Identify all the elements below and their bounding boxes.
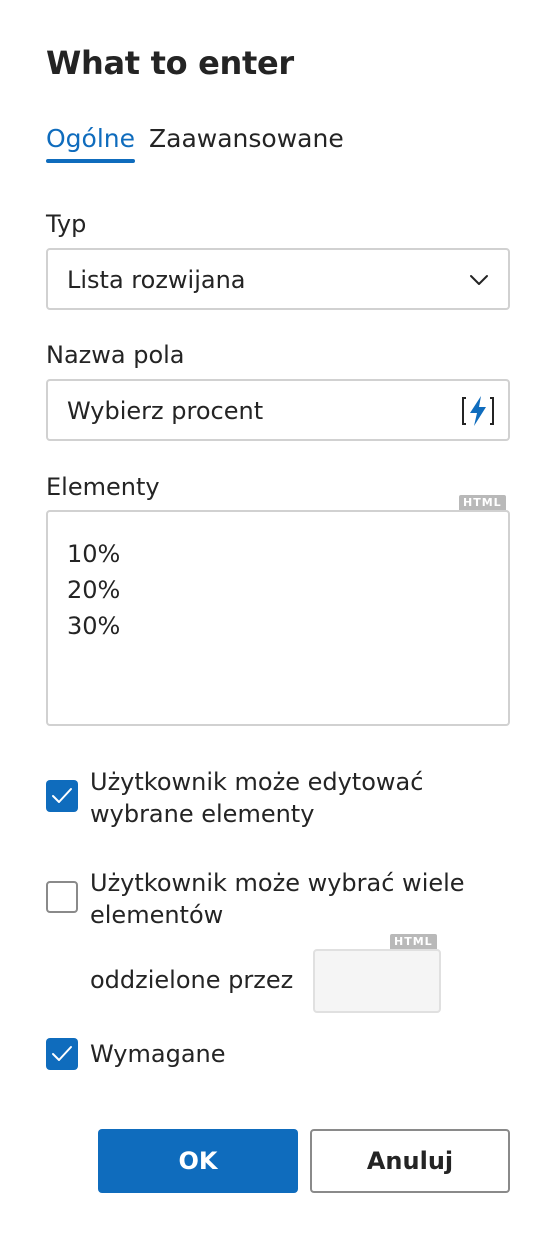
name-input-value: Wybierz procent <box>67 397 264 425</box>
elements-item: 10% <box>67 540 121 568</box>
separator-label: oddzielone przez <box>90 966 294 994</box>
checkmark-icon <box>52 788 72 803</box>
required-option[interactable]: Wymagane <box>46 1024 490 1070</box>
tab-bar: Ogólne Zaawansowane <box>46 124 344 163</box>
elements-item: 20% <box>67 576 121 604</box>
html-badge: HTML <box>459 495 506 511</box>
editable-checkbox[interactable] <box>46 780 78 812</box>
required-checkbox[interactable] <box>46 1038 78 1070</box>
cancel-button[interactable]: Anuluj <box>310 1129 510 1193</box>
chevron-down-icon <box>470 275 488 285</box>
type-label: Typ <box>46 210 87 238</box>
checkmark-icon <box>52 1046 72 1061</box>
name-input[interactable]: Wybierz procent <box>46 379 510 441</box>
multiple-option[interactable]: Użytkownik może wybrać wiele elementów <box>46 867 490 931</box>
type-dropdown[interactable]: Lista rozwijana <box>46 248 510 310</box>
type-dropdown-value: Lista rozwijana <box>67 266 246 294</box>
elements-item: 30% <box>67 612 121 640</box>
required-label: Wymagane <box>90 1040 226 1068</box>
editable-label: Użytkownik może edytować wybrane element… <box>90 768 424 828</box>
editable-option[interactable]: Użytkownik może edytować wybrane element… <box>46 766 490 830</box>
elements-label: Elementy <box>46 473 160 501</box>
multiple-label: Użytkownik może wybrać wiele elementów <box>90 869 465 929</box>
name-label: Nazwa pola <box>46 341 185 369</box>
html-badge: HTML <box>390 934 437 950</box>
lightning-bracket-icon[interactable] <box>460 393 496 429</box>
ok-button[interactable]: OK <box>98 1129 298 1193</box>
separator-input[interactable] <box>313 949 441 1013</box>
dialog-title: What to enter <box>46 44 294 82</box>
tab-advanced[interactable]: Zaawansowane <box>149 124 344 161</box>
multiple-checkbox[interactable] <box>46 881 78 913</box>
elements-textarea[interactable]: 10% 20% 30% <box>46 510 510 726</box>
tab-general[interactable]: Ogólne <box>46 124 136 163</box>
